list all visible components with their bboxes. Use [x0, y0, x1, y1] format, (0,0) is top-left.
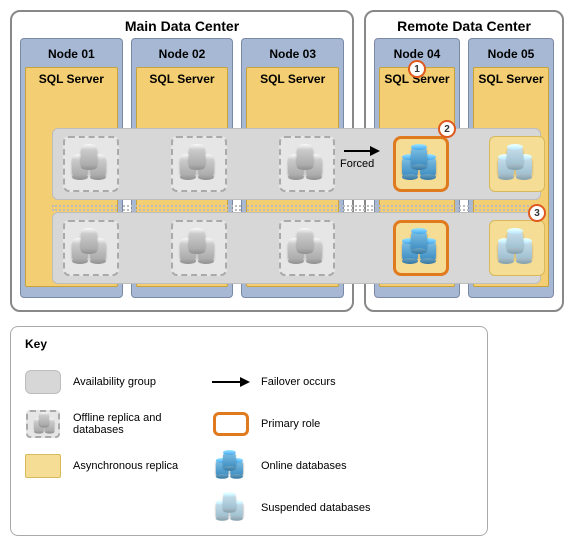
replica-offline — [171, 136, 227, 192]
legend-async-icon — [23, 449, 63, 483]
callout-2: 2 — [438, 120, 456, 138]
diagram-canvas: Main Data Center Node 01 SQL Server Node… — [10, 10, 565, 312]
ag-divider — [52, 205, 541, 211]
database-icon — [180, 231, 218, 265]
availability-group-2 — [52, 212, 541, 284]
database-icon — [498, 231, 536, 265]
database-icon — [402, 147, 440, 181]
replica-async — [489, 220, 545, 276]
legend-online-db-label: Online databases — [261, 460, 401, 472]
callout-3: 3 — [528, 204, 546, 222]
legend-suspended-db-label: Suspended databases — [261, 502, 401, 514]
main-dc-title: Main Data Center — [20, 18, 344, 34]
database-icon — [288, 231, 326, 265]
legend-online-db-icon — [211, 449, 251, 483]
legend-ag-label: Availability group — [73, 376, 203, 388]
legend-primary-label: Primary role — [261, 418, 401, 430]
database-icon — [72, 231, 110, 265]
database-icon — [498, 147, 536, 181]
legend-ag-icon — [23, 365, 63, 399]
database-icon — [72, 147, 110, 181]
replica-offline — [63, 220, 119, 276]
legend-offline-icon — [23, 407, 63, 441]
database-icon — [402, 231, 440, 265]
replica-offline — [279, 220, 335, 276]
replica-primary — [393, 136, 449, 192]
forced-label: Forced — [340, 158, 374, 170]
database-icon — [180, 147, 218, 181]
legend-failover-label: Failover occurs — [261, 376, 401, 388]
sql-label: SQL Server — [478, 72, 544, 90]
legend-primary-icon — [211, 407, 251, 441]
legend: Key Availability group Failover occurs O… — [10, 326, 488, 536]
replica-offline — [279, 136, 335, 192]
legend-title: Key — [23, 335, 401, 357]
remote-dc-title: Remote Data Center — [374, 18, 554, 34]
legend-async-label: Asynchronous replica — [73, 460, 203, 472]
legend-arrow-icon — [211, 365, 251, 399]
sql-label: SQL Server — [141, 72, 224, 90]
availability-group-1 — [52, 128, 541, 200]
sql-label: SQL Server — [30, 72, 113, 90]
node-label: Node 02 — [136, 43, 229, 67]
sql-label: SQL Server — [251, 72, 334, 90]
replica-async — [489, 136, 545, 192]
legend-offline-label: Offline replica and databases — [73, 412, 203, 436]
node-label: Node 01 — [25, 43, 118, 67]
node-label: Node 03 — [246, 43, 339, 67]
replica-primary — [393, 220, 449, 276]
replica-offline — [171, 220, 227, 276]
replica-offline — [63, 136, 119, 192]
node-label: Node 05 — [473, 43, 549, 67]
callout-1: 1 — [408, 60, 426, 78]
database-icon — [288, 147, 326, 181]
